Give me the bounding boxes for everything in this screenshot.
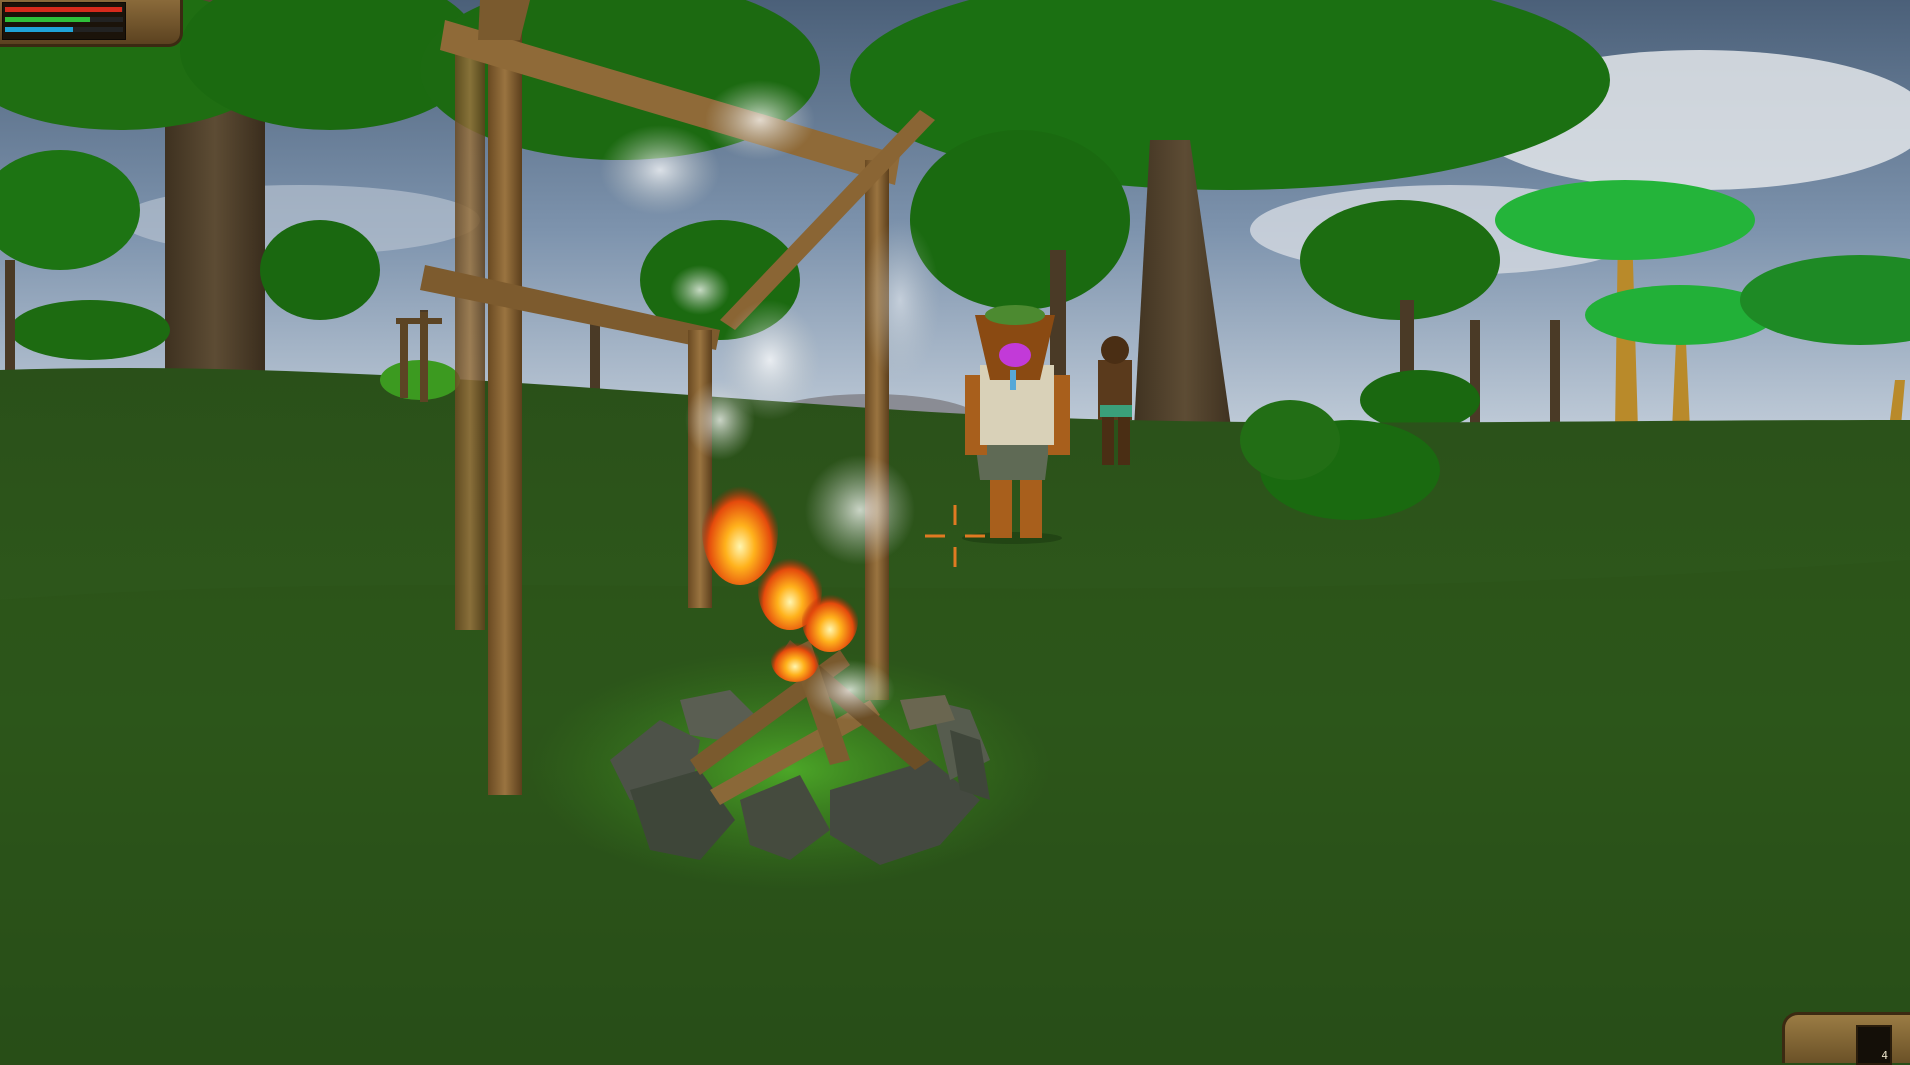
- game-viewport[interactable]: [0, 0, 1910, 1063]
- hotbar: 4: [1782, 1012, 1910, 1063]
- water-bar: [5, 27, 123, 32]
- status-panel: [0, 0, 183, 47]
- stamina-bar: [5, 17, 123, 22]
- health-bar: [5, 7, 123, 12]
- status-bars: [2, 2, 126, 40]
- slot-count: 4: [1881, 1049, 1888, 1062]
- flame: [802, 588, 858, 652]
- hotbar-slot[interactable]: 4: [1856, 1025, 1892, 1065]
